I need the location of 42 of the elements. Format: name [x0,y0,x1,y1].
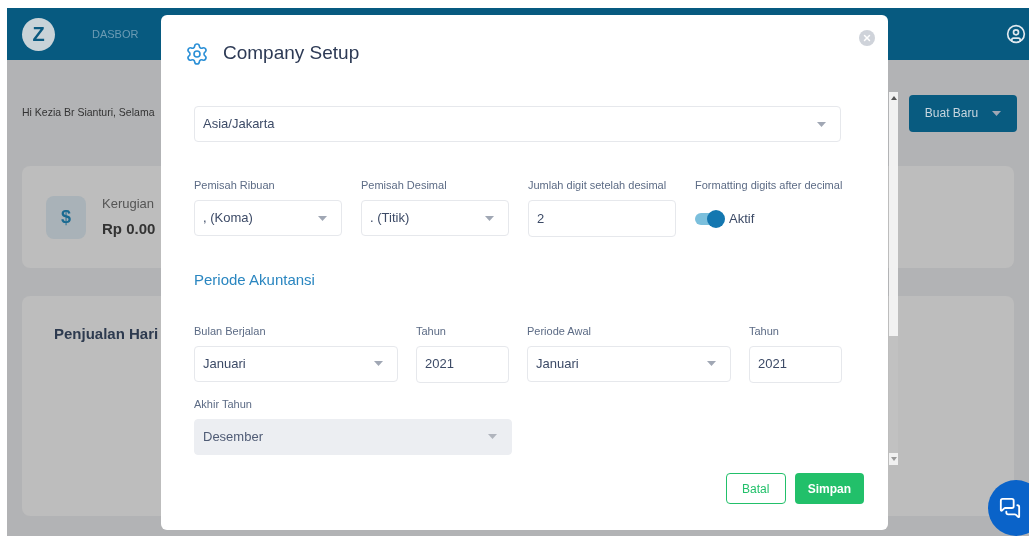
input-field[interactable]: 2021 [416,345,509,383]
logo: Z [22,17,55,51]
field-label: Jumlah digit setelah desimal [528,178,668,192]
field-label: Bulan Berjalan [194,323,267,338]
caret-icon [992,110,1002,116]
card-title: Penjualan Hari [54,325,159,342]
caret-icon [488,434,497,439]
field-label: Tahun [416,323,447,338]
section-title: Periode Akuntansi [194,270,316,290]
scroll-up-icon[interactable] [890,96,897,100]
field-label: Pemisah Desimal [361,178,448,192]
scrollbar[interactable] [889,92,898,465]
field-label: Periode Awal [527,323,592,338]
select-field[interactable]: Januari [194,345,398,382]
select-field[interactable]: Asia/Jakarta [194,106,841,142]
caret-icon [374,361,383,366]
caret-icon [318,215,327,221]
scroll-down-icon[interactable] [890,457,897,461]
select-field[interactable]: Januari [527,345,731,382]
caret-icon [707,361,716,366]
select-field[interactable]: , (Koma) [194,200,342,236]
close-icon [862,33,872,43]
input-field[interactable]: 2021 [749,345,842,383]
caret-icon [817,121,826,127]
field-label: Akhir Tahun [194,396,253,411]
field-label: Formatting digits after decimal [695,178,844,192]
card-title: Kerugian [102,195,156,213]
user-icon[interactable] [1006,24,1026,44]
field-label: Pemisah Ribuan [194,178,276,192]
settings-icon [185,41,209,66]
create-button[interactable]: Buat Baru [909,94,1017,132]
field-label: Tahun [749,323,780,338]
card-value: Rp 0.00 [102,218,156,239]
dollar-icon: $ [46,195,86,239]
chat-icon [999,497,1021,519]
input-field[interactable]: 2 [528,200,676,237]
toggle-label: Aktif [729,209,755,228]
greeting-text: Hi Kezia Br Sianturi, Selama [22,105,155,121]
modal-title: Company Setup [223,41,360,66]
select-field[interactable]: . (Titik) [361,200,509,236]
toggle-switch[interactable] [695,212,723,225]
caret-icon [485,215,494,221]
